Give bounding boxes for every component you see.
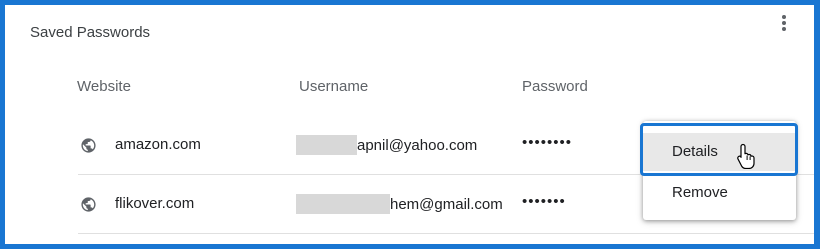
password-dots: •••••••• — [522, 134, 573, 151]
username-text: apnil@yahoo.com — [357, 136, 478, 154]
column-header-password: Password — [522, 78, 588, 95]
hand-pointer-cursor — [737, 143, 755, 169]
username-text: hem@gmail.com — [390, 195, 503, 213]
menu-item-details[interactable]: Details — [643, 133, 796, 171]
more-vert-icon[interactable] — [776, 13, 792, 33]
saved-passwords-panel: Saved Passwords Website Username Passwor… — [5, 5, 814, 244]
menu-item-remove[interactable]: Remove — [643, 174, 796, 212]
redacted-username-block — [296, 194, 390, 214]
globe-icon — [81, 197, 96, 212]
context-menu: Details Remove — [643, 121, 796, 220]
site-name: amazon.com — [115, 136, 201, 153]
username-cell: apnil@yahoo.com — [296, 134, 477, 156]
site-name: flikover.com — [115, 195, 195, 212]
redacted-username-block — [296, 135, 357, 155]
username-cell: hem@gmail.com — [296, 193, 503, 215]
section-title: Saved Passwords — [30, 24, 151, 41]
column-header-username: Username — [299, 78, 369, 95]
password-dots: ••••••• — [522, 193, 566, 210]
globe-icon — [81, 138, 96, 153]
column-header-website: Website — [77, 78, 131, 95]
